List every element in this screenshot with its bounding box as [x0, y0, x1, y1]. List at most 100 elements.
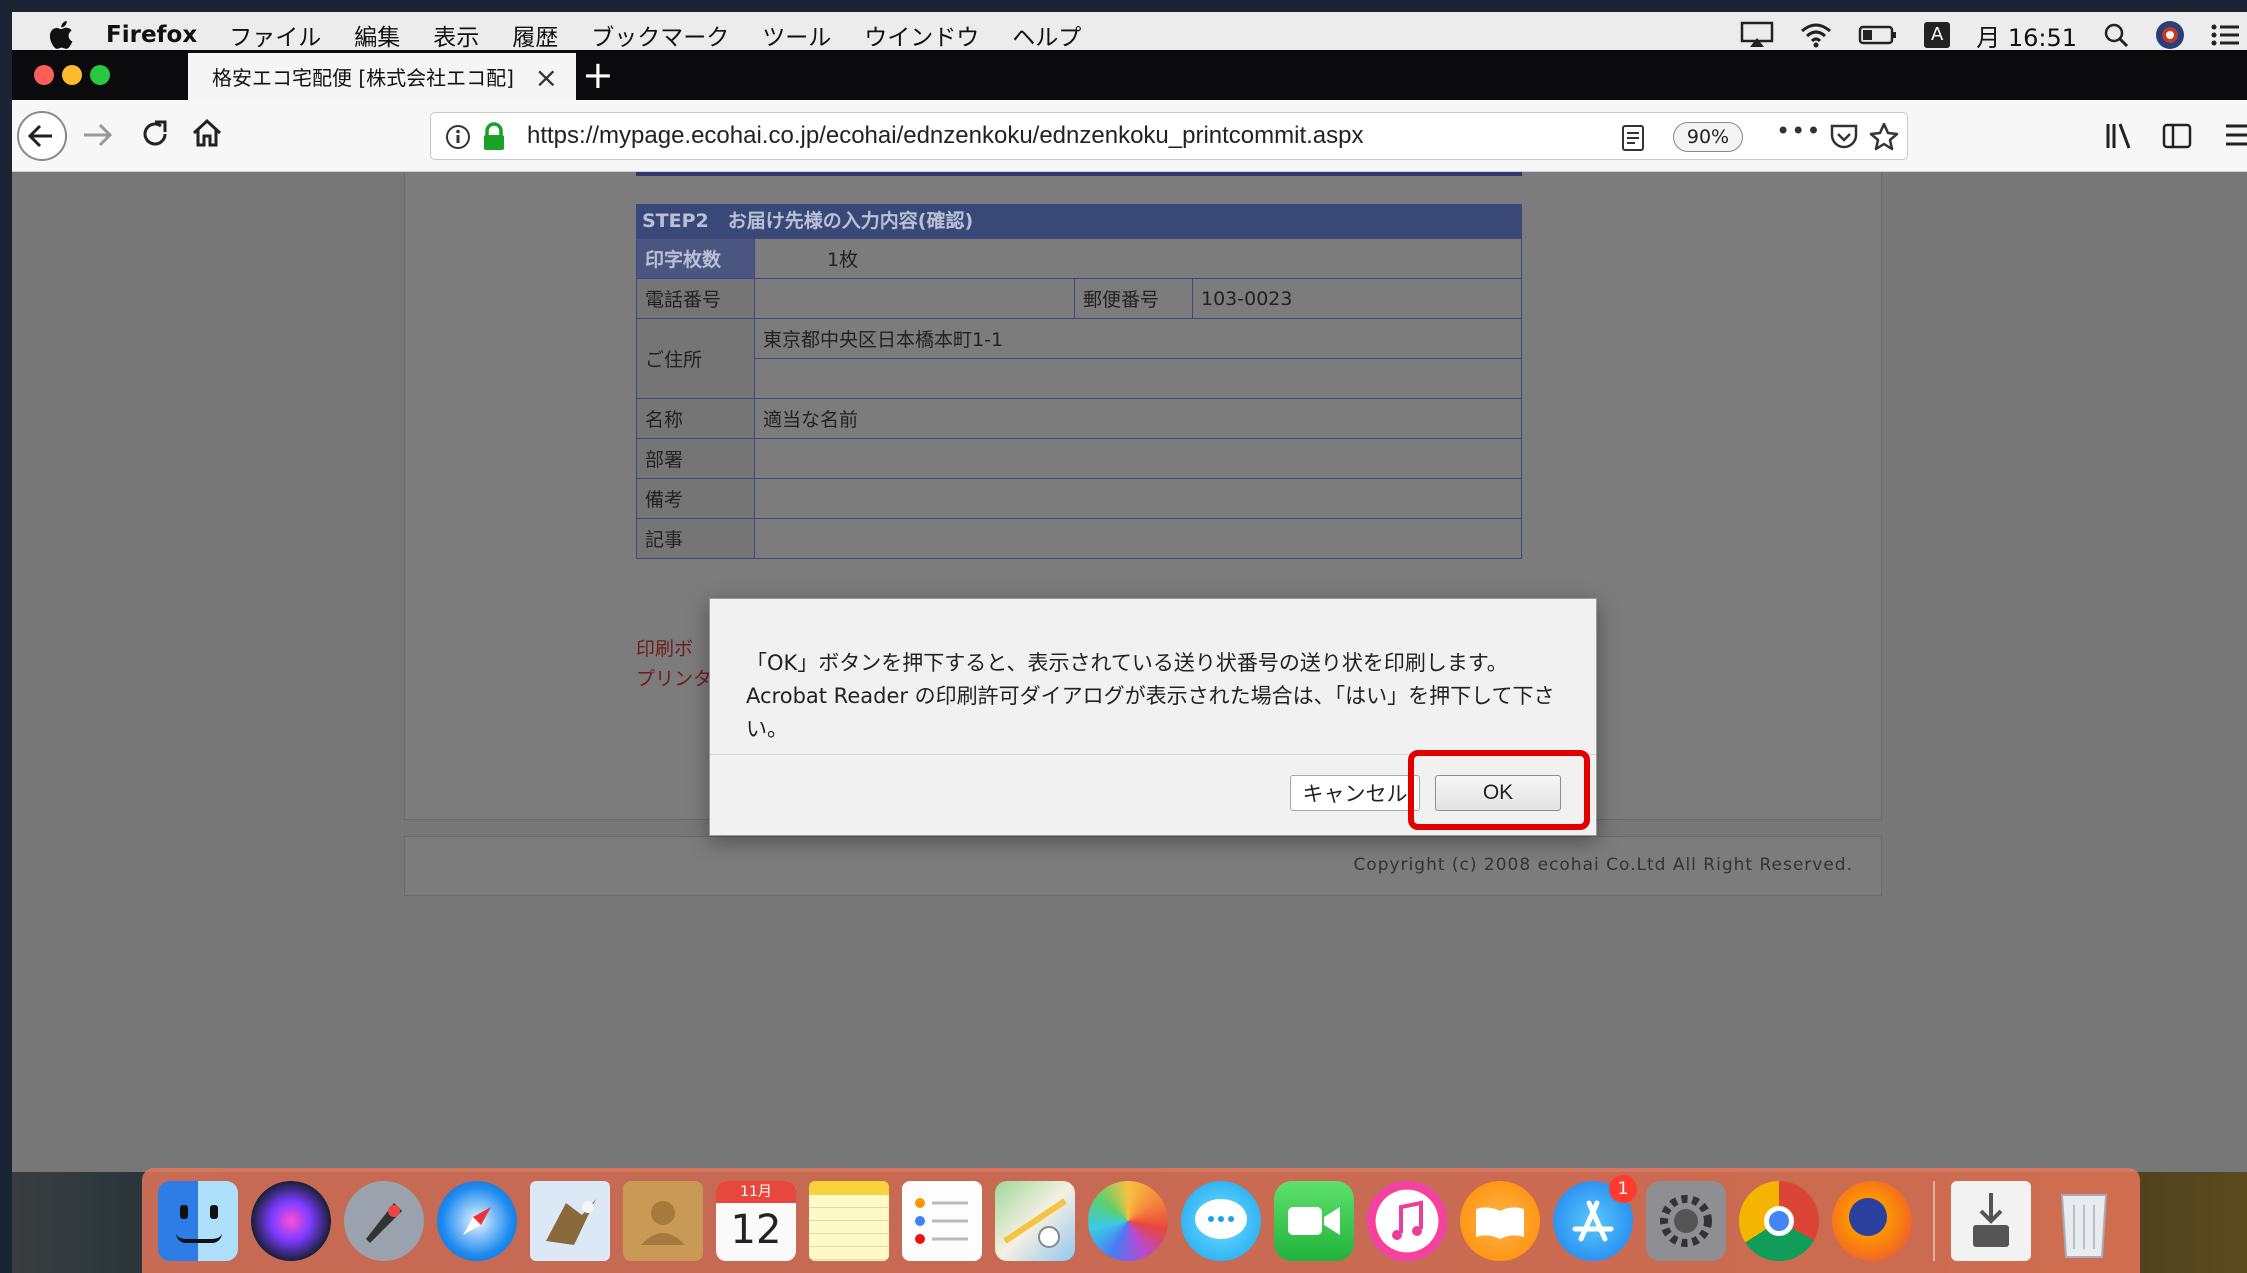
step2-header: STEP2 お届け先様の入力内容(確認) [636, 204, 1522, 238]
ibooks-icon[interactable] [1460, 1180, 1540, 1261]
calendar-icon[interactable]: 11月 12 [716, 1180, 796, 1261]
phone-value [754, 278, 1075, 319]
dialog-message-line-1: 「OK」ボタンを押下すると、表示されている送り状番号の送り状を印刷します。 [746, 651, 1508, 675]
address-label: ご住所 [636, 318, 755, 399]
dialog-message: 「OK」ボタンを押下すると、表示されている送り状番号の送り状を印刷します。 Ac… [746, 647, 1576, 746]
notes-icon[interactable] [809, 1180, 889, 1261]
reminders-icon[interactable] [902, 1180, 982, 1261]
chrome-icon[interactable] [1739, 1180, 1819, 1261]
pocket-icon[interactable] [1829, 123, 1859, 151]
app-store-badge: 1 [1609, 1174, 1637, 1203]
library-icon[interactable] [2104, 122, 2134, 150]
postal-value: 103-0023 [1192, 278, 1522, 319]
site-info-icon[interactable] [445, 124, 471, 150]
remarks-value [754, 478, 1522, 519]
table-row: ご住所 東京都中央区日本橋本町1-1 [636, 318, 1522, 399]
ok-highlight-box [1408, 750, 1590, 830]
system-preferences-icon[interactable] [1646, 1180, 1726, 1261]
table-row: 部署 [636, 438, 1522, 479]
reader-view-icon[interactable] [1621, 124, 1645, 152]
itunes-icon[interactable] [1367, 1180, 1447, 1261]
table-row: 名称 適当な名前 [636, 398, 1522, 439]
window-close-button[interactable] [34, 65, 54, 85]
page-actions-icon[interactable]: ••• [1776, 117, 1821, 145]
name-label: 名称 [636, 398, 755, 439]
table-row [637, 358, 1522, 399]
tab-title: 格安エコ宅配便 [株式会社エコ配] [212, 66, 514, 90]
forward-icon[interactable] [82, 120, 114, 150]
page-viewport: STEP2 お届け先様の入力内容(確認) 印字枚数 1枚 電話番号 郵便番号 1… [12, 172, 2247, 1172]
messages-icon[interactable] [1181, 1180, 1261, 1261]
firefox-icon[interactable] [1832, 1180, 1912, 1261]
safari-icon[interactable] [437, 1180, 517, 1261]
trash-icon[interactable] [2044, 1181, 2124, 1261]
url-text[interactable]: https://mypage.ecohai.co.jp/ecohai/ednze… [527, 122, 1364, 150]
page-footer: Copyright (c) 2008 ecohai Co.Ltd All Rig… [404, 836, 1882, 896]
url-bar[interactable]: https://mypage.ecohai.co.jp/ecohai/ednze… [430, 112, 1908, 160]
postal-label: 郵便番号 [1074, 278, 1193, 319]
menu-history[interactable]: 履歴 [512, 18, 558, 52]
phone-label: 電話番号 [636, 278, 755, 319]
copyright-text: Copyright (c) 2008 ecohai Co.Ltd All Rig… [1353, 855, 1853, 875]
dock: 11月 12 1 [142, 1168, 2140, 1273]
new-tab-button[interactable]: + [582, 52, 614, 98]
recipient-info-table: 印字枚数 1枚 電話番号 郵便番号 103-0023 ご住所 東京都中央区日本橋… [636, 238, 1522, 559]
address-line2 [754, 358, 1522, 399]
table-row: 記事 [636, 518, 1522, 559]
print-count-value: 1枚 [754, 238, 1522, 279]
menu-window[interactable]: ウインドウ [864, 18, 979, 52]
menu-view[interactable]: 表示 [433, 18, 479, 52]
back-icon[interactable] [16, 110, 68, 162]
bookmark-star-icon[interactable] [1869, 122, 1899, 152]
hamburger-menu-icon[interactable] [2224, 122, 2247, 148]
airplay-icon[interactable] [1740, 21, 1774, 49]
tab-strip: 格安エコ宅配便 [株式会社エコ配] × + [12, 50, 2247, 100]
article-label: 記事 [636, 518, 755, 559]
menu-bookmarks[interactable]: ブックマーク [591, 18, 729, 52]
photos-icon[interactable] [1088, 1180, 1168, 1261]
dock-separator [1933, 1180, 1935, 1261]
input-source-icon[interactable]: A [1924, 22, 1951, 48]
tab-close-icon[interactable]: × [535, 61, 558, 94]
home-icon[interactable] [190, 116, 224, 150]
dialog-message-line-2: Acrobat Reader の印刷許可ダイアログが表示された場合は、「はい」を… [746, 684, 1555, 741]
finder-icon[interactable] [158, 1180, 238, 1261]
user-avatar-icon[interactable] [2155, 20, 2185, 50]
tab-active[interactable]: 格安エコ宅配便 [株式会社エコ配] × [188, 53, 576, 100]
maps-icon[interactable] [995, 1180, 1075, 1261]
calendar-day: 12 [730, 1206, 782, 1253]
reload-icon[interactable] [139, 118, 171, 150]
facetime-icon[interactable] [1274, 1180, 1354, 1261]
name-value: 適当な名前 [754, 398, 1522, 439]
spotlight-search-icon[interactable] [2103, 22, 2129, 48]
step1-box-bottom [636, 172, 1522, 176]
siri-icon[interactable] [251, 1180, 331, 1261]
contacts-icon[interactable] [623, 1180, 703, 1261]
cancel-button[interactable]: キャンセル [1290, 775, 1420, 811]
department-label: 部署 [636, 438, 755, 479]
menu-edit[interactable]: 編集 [354, 18, 400, 52]
window-minimize-button[interactable] [62, 65, 82, 85]
article-value [754, 518, 1522, 559]
apple-icon[interactable] [44, 17, 80, 53]
address-line1: 東京都中央区日本橋本町1-1 [754, 318, 1522, 359]
zoom-level-button[interactable]: 90% [1673, 122, 1743, 152]
launchpad-icon[interactable] [344, 1180, 424, 1261]
battery-icon[interactable] [1858, 24, 1898, 46]
menubar-clock[interactable]: 月 16:51 [1976, 18, 2077, 53]
menu-tools[interactable]: ツール [762, 18, 831, 52]
app-name-menu[interactable]: Firefox [106, 22, 197, 48]
calendar-month: 11月 [716, 1180, 796, 1203]
sidebar-icon[interactable] [2162, 122, 2192, 150]
lock-icon[interactable] [481, 122, 507, 152]
menu-file[interactable]: ファイル [229, 18, 321, 52]
window-zoom-button[interactable] [90, 65, 110, 85]
notification-center-icon[interactable] [2211, 23, 2241, 47]
wifi-icon[interactable] [1800, 22, 1832, 48]
remarks-label: 備考 [636, 478, 755, 519]
menu-help[interactable]: ヘルプ [1012, 18, 1081, 52]
app-store-icon[interactable]: 1 [1553, 1174, 1637, 1261]
downloads-icon[interactable] [1951, 1180, 2031, 1261]
mail-icon[interactable] [530, 1180, 610, 1261]
table-row: 電話番号 郵便番号 103-0023 [636, 278, 1522, 319]
